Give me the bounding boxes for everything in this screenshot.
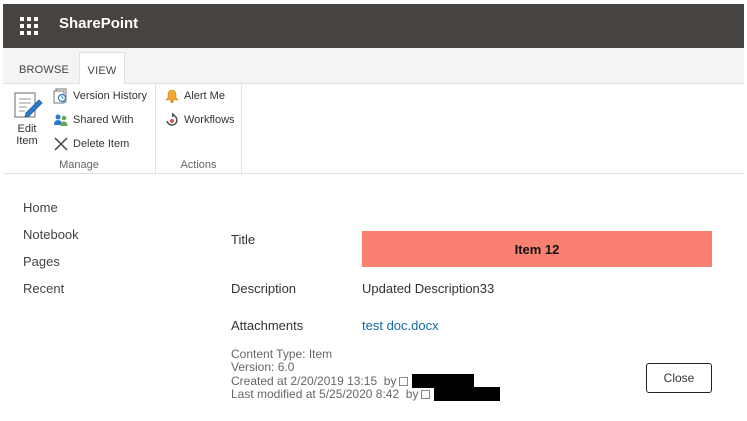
actions-group-label: Actions [180, 159, 217, 171]
version-history-button[interactable]: Version History [53, 86, 147, 106]
version-value: Version: 6.0 [231, 360, 295, 374]
ribbon-tabs: BROWSE VIEW [3, 48, 744, 85]
alert-me-button[interactable]: Alert Me [164, 86, 225, 106]
edit-item-icon [14, 92, 43, 118]
modified-line: Last modified at 5/25/2020 8:42 by [231, 387, 501, 401]
bell-icon [165, 89, 179, 103]
suite-bar: SharePoint [3, 4, 744, 48]
edit-item-button[interactable]: Edit Item [9, 90, 45, 148]
created-line: Created at 2/20/2019 13:15 by [231, 374, 500, 388]
ribbon-group-manage: Edit Item Version History Shared With De… [3, 84, 156, 174]
edit-item-label-line1: Edit [17, 123, 37, 135]
shared-with-button[interactable]: Shared With [53, 110, 134, 130]
workflows-icon [166, 112, 178, 126]
description-value: Updated Description33 [362, 281, 495, 296]
version-history-icon [53, 88, 67, 104]
ribbon: Edit Item Version History Shared With De… [3, 84, 744, 174]
manage-group-label: Manage [59, 159, 99, 171]
modified-by-text: by [405, 387, 419, 401]
attachments-label: Attachments [231, 318, 304, 333]
redacted-editor [434, 387, 501, 401]
user-presence-icon [421, 390, 431, 399]
created-by-text: by [383, 374, 397, 388]
alert-me-label: Alert Me [184, 90, 225, 102]
close-button[interactable]: Close [646, 363, 712, 393]
item-metadata: Content Type: Item Version: 6.0 Created … [231, 348, 501, 401]
created-text: Created at 2/20/2019 13:15 [231, 374, 378, 388]
nav-item-home[interactable]: Home [23, 200, 79, 227]
tab-browse[interactable]: BROWSE [13, 58, 75, 84]
app-launcher-icon[interactable] [18, 15, 40, 37]
title-value: Item 12 [362, 231, 712, 267]
shared-with-icon [54, 114, 68, 126]
tab-view[interactable]: VIEW [79, 52, 125, 85]
user-presence-icon [399, 377, 409, 386]
title-label: Title [231, 232, 256, 247]
edit-item-label-line2: Item [16, 135, 38, 147]
attachment-link[interactable]: test doc.docx [362, 318, 439, 333]
left-nav: Home Notebook Pages Recent [23, 200, 79, 308]
ribbon-group-actions: Alert Me Workflows Actions [156, 84, 242, 174]
workflows-label: Workflows [184, 114, 235, 126]
delete-item-button[interactable]: Delete Item [53, 134, 129, 154]
app-name[interactable]: SharePoint [59, 15, 138, 32]
version-history-label: Version History [73, 90, 147, 102]
delete-icon [54, 137, 68, 151]
workflows-button[interactable]: Workflows [164, 110, 235, 130]
modified-text: Last modified at 5/25/2020 8:42 [231, 387, 400, 401]
redacted-author [412, 374, 475, 388]
nav-item-pages[interactable]: Pages [23, 254, 79, 281]
shared-with-label: Shared With [73, 114, 134, 126]
delete-item-label: Delete Item [73, 138, 130, 150]
nav-item-recent[interactable]: Recent [23, 281, 79, 308]
nav-item-notebook[interactable]: Notebook [23, 227, 79, 254]
description-label: Description [231, 281, 297, 296]
